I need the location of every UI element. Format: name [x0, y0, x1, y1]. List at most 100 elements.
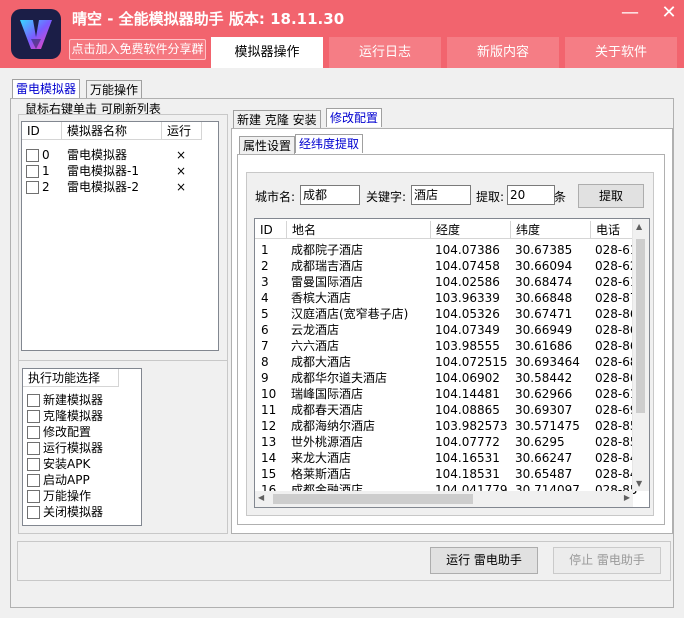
- table-row[interactable]: 2 成都瑞吉酒店 104.07458 30.66094 028-62: [255, 258, 638, 274]
- table-row[interactable]: 1 成都院子酒店 104.07386 30.67385 028-61: [255, 242, 638, 258]
- function-checkbox[interactable]: [27, 506, 40, 519]
- title-bar: 晴空 - 全能模拟器助手 版本: 18.11.30 点击加入免费软件分享群 — …: [0, 0, 684, 68]
- count-label: 提取:: [476, 190, 505, 204]
- function-item-clone[interactable]: 克隆模拟器: [23, 408, 141, 424]
- function-item-install-apk[interactable]: 安装APK: [23, 456, 141, 472]
- tab-run-log[interactable]: 运行日志: [329, 37, 441, 68]
- tab-create-clone-install[interactable]: 新建 克隆 安装: [233, 110, 321, 129]
- col-id[interactable]: ID: [22, 122, 62, 140]
- scroll-down-icon[interactable]: ▼: [636, 479, 642, 488]
- function-checkbox[interactable]: [27, 458, 40, 471]
- extract-button[interactable]: 提取: [578, 184, 644, 208]
- function-checkbox[interactable]: [27, 474, 40, 487]
- table-row[interactable]: 15 格莱斯酒店 104.18531 30.65487 028-84: [255, 466, 638, 482]
- result-latitude: 30.67471: [515, 307, 573, 321]
- table-row[interactable]: 8 成都大酒店 104.072515 30.693464 028-68: [255, 354, 638, 370]
- result-latitude: 30.68474: [515, 275, 573, 289]
- table-row[interactable]: 10 瑞峰国际酒店 104.14481 30.62966 028-61: [255, 386, 638, 402]
- run-assistant-button[interactable]: 运行 雷电助手: [430, 547, 538, 574]
- scroll-thumb[interactable]: [636, 239, 645, 413]
- emulator-row[interactable]: 1 雷电模拟器-1 ×: [22, 163, 218, 179]
- emulator-name: 雷电模拟器-2: [67, 180, 139, 194]
- result-id: 9: [261, 371, 269, 385]
- function-checkbox[interactable]: [27, 426, 40, 439]
- col-emulator-name[interactable]: 模拟器名称: [62, 122, 162, 140]
- table-row[interactable]: 3 雷曼国际酒店 104.02586 30.68474 028-61: [255, 274, 638, 290]
- function-item-launch-app[interactable]: 启动APP: [23, 472, 141, 488]
- tab-emulator-ops[interactable]: 模拟器操作: [211, 37, 323, 68]
- result-place-name: 成都春天酒店: [291, 403, 364, 417]
- share-group-button[interactable]: 点击加入免费软件分享群: [69, 39, 206, 60]
- function-checkbox[interactable]: [27, 394, 40, 407]
- tab-universal-ops[interactable]: 万能操作: [86, 80, 143, 99]
- tab-new-features[interactable]: 新版内容: [447, 37, 559, 68]
- function-checkbox[interactable]: [27, 442, 40, 455]
- function-item-close[interactable]: 关闭模拟器: [23, 504, 141, 520]
- result-place-name: 六六酒店: [291, 339, 340, 353]
- scroll-up-icon[interactable]: ▲: [636, 222, 642, 231]
- emulator-row[interactable]: 0 雷电模拟器 ×: [22, 147, 218, 163]
- result-latitude: 30.65487: [515, 467, 573, 481]
- function-item-universal[interactable]: 万能操作: [23, 488, 141, 504]
- table-row[interactable]: 14 来龙大酒店 104.16531 30.66247 028-84: [255, 450, 638, 466]
- col-latitude[interactable]: 纬度: [511, 221, 591, 239]
- table-row[interactable]: 9 成都华尔道夫酒店 104.06902 30.58442 028-86: [255, 370, 638, 386]
- result-id: 13: [261, 435, 277, 449]
- function-label: 关闭模拟器: [43, 505, 104, 519]
- result-id: 5: [261, 307, 269, 321]
- result-longitude: 104.16531: [435, 451, 500, 465]
- table-row[interactable]: 6 云龙酒店 104.07349 30.66949 028-86: [255, 322, 638, 338]
- tab-coordinate-extract[interactable]: 经纬度提取: [295, 134, 364, 153]
- results-table[interactable]: ID 地名 经度 纬度 电话 1 成都院子酒店 104.07386 30.67385 0…: [254, 218, 650, 508]
- table-row[interactable]: 4 香槟大酒店 103.96339 30.66848 028-87: [255, 290, 638, 306]
- result-id: 10: [261, 387, 277, 401]
- table-row[interactable]: 13 世外桃源酒店 104.07772 30.6295 028-85: [255, 434, 638, 450]
- result-place-name: 香槟大酒店: [291, 291, 352, 305]
- result-latitude: 30.58442: [515, 371, 573, 385]
- emulator-checkbox[interactable]: [26, 165, 39, 178]
- function-item-new[interactable]: 新建模拟器: [23, 392, 141, 408]
- col-run[interactable]: 运行: [162, 122, 202, 140]
- function-checkbox[interactable]: [27, 490, 40, 503]
- emulator-checkbox[interactable]: [26, 181, 39, 194]
- app-title: 晴空 - 全能模拟器助手 版本: 18.11.30: [72, 10, 345, 28]
- tab-modify-config[interactable]: 修改配置: [326, 108, 383, 127]
- result-id: 15: [261, 467, 277, 481]
- city-input[interactable]: 成都: [300, 185, 360, 205]
- results-horizontal-scrollbar[interactable]: ◀ ▶: [255, 491, 633, 507]
- col-longitude[interactable]: 经度: [431, 221, 511, 239]
- h-scroll-thumb[interactable]: [273, 494, 473, 504]
- function-checkbox[interactable]: [27, 410, 40, 423]
- function-item-modify[interactable]: 修改配置: [23, 424, 141, 440]
- emulator-checkbox[interactable]: [26, 149, 39, 162]
- result-id: 11: [261, 403, 277, 417]
- result-place-name: 格莱斯酒店: [291, 467, 352, 481]
- col-place-name[interactable]: 地名: [287, 221, 431, 239]
- table-row[interactable]: 5 汉庭酒店(宽窄巷子店) 104.05326 30.67471 028-86: [255, 306, 638, 322]
- count-input[interactable]: 20: [507, 185, 555, 205]
- close-button[interactable]: ✕: [656, 2, 682, 24]
- result-longitude: 104.07349: [435, 323, 500, 337]
- tab-about[interactable]: 关于软件: [565, 37, 677, 68]
- keyword-input[interactable]: 酒店: [411, 185, 471, 205]
- scroll-left-icon[interactable]: ◀: [258, 493, 264, 502]
- minimize-button[interactable]: —: [617, 2, 643, 24]
- table-row[interactable]: 7 六六酒店 103.98555 30.61686 028-86: [255, 338, 638, 354]
- function-item-run[interactable]: 运行模拟器: [23, 440, 141, 456]
- city-label: 城市名:: [255, 190, 296, 204]
- function-label: 启动APP: [43, 473, 90, 487]
- result-latitude: 30.66949: [515, 323, 573, 337]
- tab-leidian-emulator[interactable]: 雷电模拟器: [12, 79, 81, 98]
- results-vertical-scrollbar[interactable]: ▲ ▼: [632, 219, 649, 491]
- table-row[interactable]: 12 成都海纳尔酒店 103.982573 30.571475 028-85: [255, 418, 638, 434]
- result-id: 2: [261, 259, 269, 273]
- tab-attribute-settings[interactable]: 属性设置: [239, 136, 296, 155]
- stop-assistant-button[interactable]: 停止 雷电助手: [553, 547, 661, 574]
- emulator-row[interactable]: 2 雷电模拟器-2 ×: [22, 179, 218, 195]
- col-phone[interactable]: 电话: [591, 221, 633, 239]
- scroll-right-icon[interactable]: ▶: [624, 493, 630, 502]
- function-list[interactable]: 执行功能选择 新建模拟器 克隆模拟器 修改配置 运行模拟器 安装APK 启动AP…: [22, 368, 142, 526]
- table-row[interactable]: 11 成都春天酒店 104.08865 30.69307 028-69: [255, 402, 638, 418]
- col-result-id[interactable]: ID: [255, 221, 287, 239]
- emulator-list[interactable]: ID 模拟器名称 运行 0 雷电模拟器 × 1 雷电模拟器-1 × 2 雷电模拟…: [21, 121, 219, 351]
